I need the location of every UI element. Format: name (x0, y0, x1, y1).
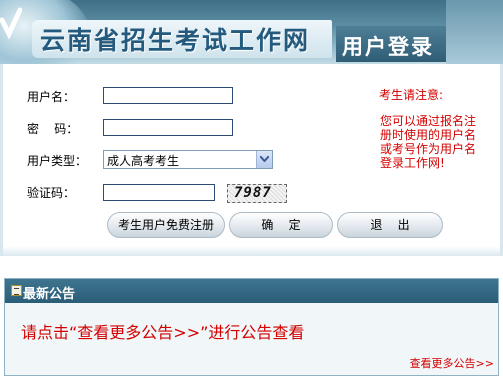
checkmark-logo-icon (0, 7, 22, 40)
header-banner: 云南省招生考试工作网 用户登录 (0, 0, 503, 64)
password-label: 密 码： (27, 122, 79, 136)
login-panel: 用户名： 密 码： 用户类型： 成人高考考生 验证码： 7987 考生用户免费注… (0, 64, 503, 256)
notepad-icon (11, 285, 22, 296)
captcha-input[interactable] (103, 184, 215, 201)
site-title: 云南省招生考试工作网 (40, 26, 311, 55)
chevron-down-icon[interactable] (256, 151, 272, 168)
password-input[interactable] (103, 119, 233, 136)
announcement-header: 最新公告 (5, 279, 498, 303)
username-input[interactable] (103, 87, 233, 104)
more-announcements-link[interactable]: 查看更多公告>> (410, 355, 494, 371)
captcha-label: 验证码： (27, 186, 76, 200)
announcement-panel: 最新公告 请点击“查看更多公告>>”进行公告查看 查看更多公告>> (4, 278, 499, 376)
username-label: 用户名： (27, 90, 76, 104)
user-type-select[interactable]: 成人高考考生 (103, 150, 273, 169)
user-type-label: 用户类型： (27, 154, 88, 168)
banner-right-strip (446, 0, 503, 64)
register-button[interactable]: 考生用户免费注册 (107, 212, 225, 238)
notice-title: 考生请注意: (379, 88, 444, 102)
announcement-title: 最新公告 (23, 287, 76, 302)
exit-button[interactable]: 退 出 (337, 212, 443, 238)
captcha-code: 7987 (234, 185, 272, 201)
user-type-selected-value: 成人高考考生 (107, 154, 180, 168)
captcha-image[interactable]: 7987 (227, 184, 287, 203)
confirm-button[interactable]: 确 定 (229, 212, 333, 238)
page-subtitle: 用户登录 (342, 35, 434, 59)
announcement-message: 请点击“查看更多公告>>”进行公告查看 (21, 323, 305, 342)
notice-body: 您可以通过报名注册时使用的用户名或考号作为用户名登录工作网! (380, 114, 477, 170)
login-panel-footer (3, 246, 500, 256)
